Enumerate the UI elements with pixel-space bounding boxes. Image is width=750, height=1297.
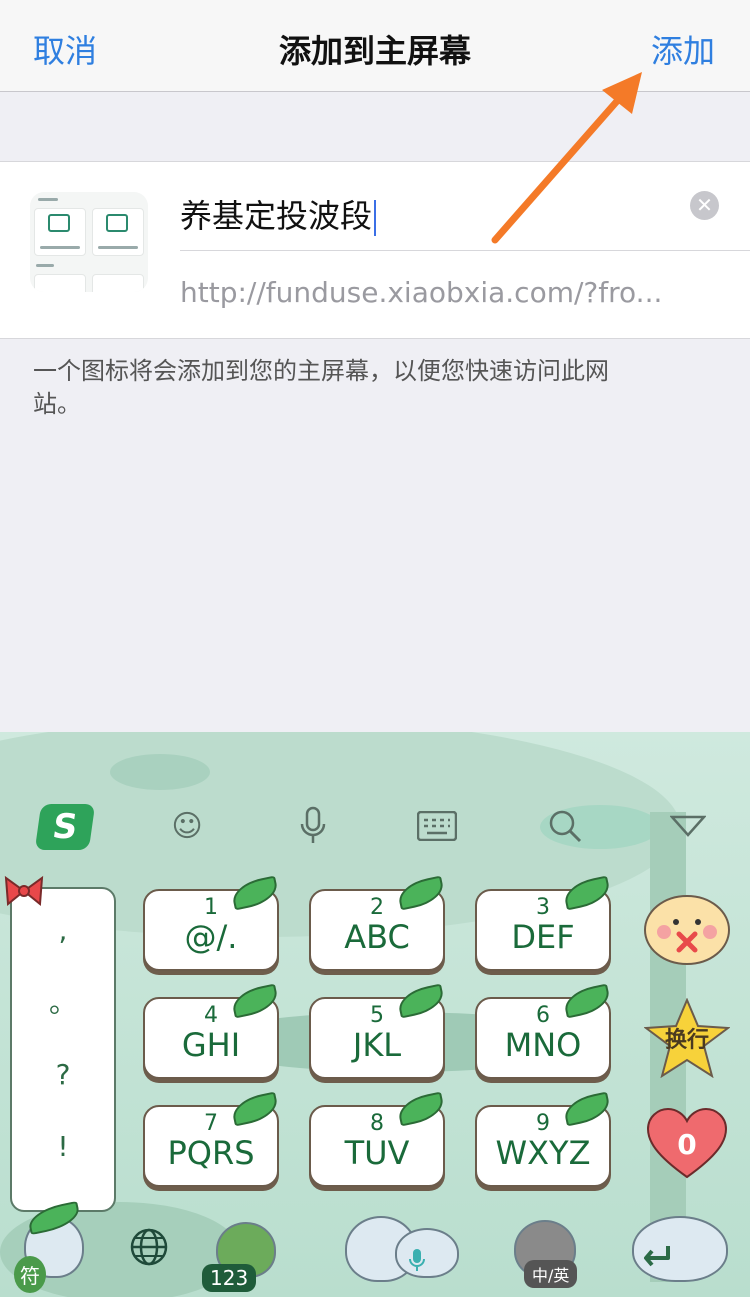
language-key[interactable]: 中/英 [500, 1204, 592, 1290]
symbol-label: 符 [14, 1256, 46, 1293]
site-thumbnail [30, 192, 148, 292]
keyboard: S ☺ , 。 ? ! 1 @/. 2 ABC 3 DEF 4 GHI 5 JKL 6 MN… [0, 732, 750, 1297]
globe-icon[interactable] [126, 1224, 172, 1270]
zero-label: 0 [677, 1127, 697, 1161]
sogou-logo-icon[interactable]: S [34, 804, 96, 850]
emoji-icon[interactable]: ☺ [157, 796, 217, 856]
text-caret [374, 200, 377, 236]
hint-text: 一个图标将会添加到您的主屏幕，以便您快速访问此网站。 [33, 357, 609, 418]
collapse-keyboard-icon[interactable] [658, 796, 718, 856]
url-text: http://funduse.xiaobxia.com/?fro... [180, 276, 663, 309]
zero-key[interactable]: 0 [646, 1107, 728, 1181]
punctuation-column[interactable]: , 。 ? ! [10, 887, 116, 1212]
return-arrow-icon [644, 1246, 670, 1267]
punct-question[interactable]: ? [12, 1039, 114, 1111]
field-divider [180, 250, 750, 251]
enter-label: 换行 [664, 1028, 709, 1053]
name-field-value: 养基定投波段 [180, 197, 373, 235]
delete-bun-icon [644, 895, 730, 965]
name-field[interactable]: 养基定投波段 [180, 186, 720, 246]
microphone-small-icon [409, 1249, 425, 1271]
bookmark-card: 养基定投波段 http://funduse.xiaobxia.com/?fro.… [0, 161, 750, 339]
number-label: 123 [202, 1264, 257, 1292]
delete-key[interactable] [642, 892, 732, 968]
bow-icon [4, 875, 44, 906]
search-icon[interactable] [535, 796, 595, 856]
number-key[interactable]: 123 [200, 1206, 292, 1292]
return-key[interactable] [624, 1208, 734, 1290]
clear-text-button[interactable]: ✕ [690, 191, 719, 220]
add-button[interactable]: 添加 [651, 26, 715, 72]
symbol-key[interactable]: 符 [10, 1200, 90, 1293]
seal-mascot-icon [395, 1228, 459, 1278]
close-icon: ✕ [696, 193, 713, 217]
keyboard-icon[interactable] [407, 796, 467, 856]
page-title: 添加到主屏幕 [278, 32, 471, 70]
enter-key[interactable]: 换行 [644, 998, 730, 1078]
navbar: 取消 添加到主屏幕 添加 [0, 0, 750, 92]
space-key[interactable] [335, 1198, 465, 1292]
language-label: 中/英 [524, 1260, 578, 1288]
punct-period[interactable]: 。 [12, 967, 114, 1039]
punct-exclaim[interactable]: ! [12, 1111, 114, 1183]
microphone-icon[interactable] [283, 796, 343, 856]
